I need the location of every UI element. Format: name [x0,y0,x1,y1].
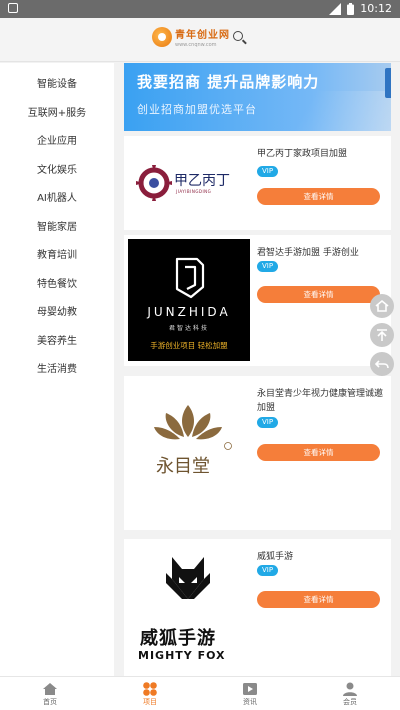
vip-badge: VIP [257,565,279,576]
sidebar-item-smart-devices[interactable]: 智能设备 [0,71,114,100]
logo-brand-subtext: 君智达科技 [168,325,209,332]
project-list: 我要招商 提升品牌影响力 创业招商加盟优选平台 甲乙丙丁 JIAYIBINGDI… [124,63,391,676]
project-title[interactable]: 甲乙丙丁家政项目加盟 [257,147,383,161]
logo-brand-text: 威狐手游 [140,628,216,649]
sidebar-item-ai-robots[interactable]: AI机器人 [0,185,114,214]
view-details-button[interactable]: 查看详情 [257,188,380,205]
project-icon [142,681,158,696]
sidebar-item-maternal-infant[interactable]: 母婴幼教 [0,299,114,328]
sidebar-item-entertainment[interactable]: 文化娱乐 [0,157,114,186]
sidebar-item-education[interactable]: 教育培训 [0,242,114,271]
site-logo[interactable]: 青年创业网 www.cnqnw.com [152,26,230,48]
logo-brand-text: 永目堂 [156,456,210,477]
view-details-button[interactable]: 查看详情 [257,591,380,608]
banner-subtitle: 创业招商加盟优选平台 [137,103,257,116]
logo-mark-icon [152,27,172,47]
logo-brand-subtext: MIGHTY FOX [138,649,226,662]
project-logo-image[interactable]: 永目堂 [128,380,250,526]
sidebar-item-enterprise-apps[interactable]: 企业应用 [0,128,114,157]
home-icon [42,681,58,695]
promo-banner[interactable]: 我要招商 提升品牌影响力 创业招商加盟优选平台 [124,63,391,131]
vip-badge: VIP [257,261,279,272]
tab-label: 项目 [143,698,157,706]
logo-url: www.cnqnw.com [175,42,217,48]
sidebar-item-food[interactable]: 特色餐饮 [0,271,114,300]
view-details-button[interactable]: 查看详情 [257,444,380,461]
sidebar-item-smart-home[interactable]: 智能家居 [0,214,114,243]
logo-brand-text: 甲乙丙丁 [174,173,230,189]
tab-home[interactable]: 首页 [0,677,100,710]
status-bar: 10:12 [0,0,400,18]
project-title[interactable]: 君智达手游加盟 手游创业 [257,246,383,260]
sidebar-item-internet-services[interactable]: 互联网+服务 [0,100,114,129]
logo-title: 青年创业网 [175,30,230,41]
project-title[interactable]: 威狐手游 [257,550,383,564]
back-to-top-icon[interactable] [370,323,394,347]
bottom-tab-bar: 首页 项目 资讯 会员 [0,676,400,710]
news-video-icon [242,681,258,695]
member-icon [342,681,358,696]
notification-icon [8,3,18,13]
logo-brand-text: JUNZHIDA [147,305,231,319]
home-icon[interactable] [370,294,394,318]
sidebar-item-consumer[interactable]: 生活消费 [0,356,114,385]
status-time: 10:12 [360,2,392,15]
search-icon[interactable] [232,30,248,46]
tab-label: 会员 [343,698,357,706]
battery-icon [347,2,355,15]
project-logo-image[interactable]: 甲乙丙丁 JIAYIBINGDING [128,140,250,226]
project-logo-image[interactable]: JUNZHIDA 君智达科技 手游创业项目 轻松加盟 [128,239,250,361]
tab-member[interactable]: 会员 [300,677,400,710]
top-header: 青年创业网 www.cnqnw.com [0,18,400,62]
tab-project[interactable]: 项目 [100,677,200,710]
project-title[interactable]: 永目堂青少年视力健康管理诚邀加盟 [257,387,383,415]
view-details-button[interactable]: 查看详情 [257,286,380,303]
tab-label: 首页 [43,698,57,706]
logo-brand-subtext: JIAYIBINGDING [176,189,212,194]
sidebar-item-beauty[interactable]: 美容养生 [0,328,114,357]
category-sidebar: 智能设备 互联网+服务 企业应用 文化娱乐 AI机器人 智能家居 教育培训 特色… [0,63,114,676]
vip-badge: VIP [257,417,279,428]
logo-slogan: 手游创业项目 轻松加盟 [150,341,228,350]
project-logo-image[interactable]: 威狐手游 MIGHTY FOX [128,543,250,676]
back-icon[interactable] [370,352,394,376]
vip-badge: VIP [257,166,279,177]
floating-tools [370,294,394,381]
tab-news[interactable]: 资讯 [200,677,300,710]
banner-title: 我要招商 提升品牌影响力 [137,73,320,91]
project-card[interactable]: 甲乙丙丁 JIAYIBINGDING 甲乙丙丁家政项目加盟 VIP [124,136,391,230]
signal-icon [329,2,342,15]
tab-label: 资讯 [243,698,257,706]
